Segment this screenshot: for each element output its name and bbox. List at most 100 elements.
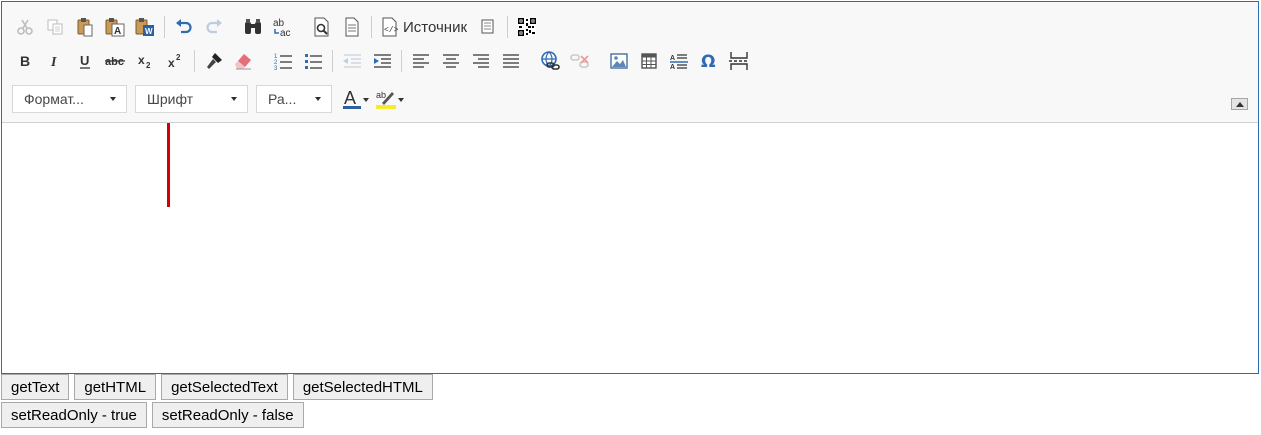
paste-icon[interactable] — [72, 14, 98, 40]
svg-text:A: A — [344, 88, 356, 108]
underline-icon[interactable]: U — [72, 48, 98, 74]
page-break-icon[interactable] — [726, 48, 752, 74]
svg-text:Ω: Ω — [701, 52, 715, 70]
background-color-button[interactable]: ab — [375, 86, 404, 112]
svg-text:x: x — [168, 56, 175, 69]
outdent-icon[interactable] — [339, 48, 365, 74]
source-button-label: Источник — [403, 18, 468, 36]
get-selected-text-button[interactable]: getSelectedText — [161, 374, 288, 400]
source-icon: </> — [382, 17, 399, 37]
size-dropdown-label: Ра... — [268, 91, 297, 107]
toolbar-separator — [263, 50, 264, 72]
api-buttons-row-2: setReadOnly - true setReadOnly - false — [1, 402, 438, 428]
toolbar-separator — [194, 50, 195, 72]
collapse-toolbar-icon — [1235, 101, 1244, 107]
bulleted-list-icon[interactable] — [300, 48, 326, 74]
svg-text:A: A — [670, 64, 675, 70]
align-center-icon[interactable] — [438, 48, 464, 74]
chevron-down-icon — [110, 97, 116, 101]
justify-icon[interactable] — [498, 48, 524, 74]
toolbar-separator — [401, 50, 402, 72]
format-dropdown[interactable]: Формат... — [12, 85, 127, 113]
replace-icon[interactable]: ab ac — [270, 14, 296, 40]
text-color-button[interactable]: A — [342, 86, 369, 112]
format-dropdown-label: Формат... — [24, 91, 84, 107]
toolbar-row-formatting: B I U abc x2 x2 1 2 3 A A Ω — [12, 46, 756, 76]
link-icon[interactable] — [537, 48, 563, 74]
toolbar-row-clipboard: A W ab ac </> Источник — [12, 12, 544, 42]
toolbar-separator — [371, 16, 372, 38]
size-dropdown[interactable]: Ра... — [256, 85, 332, 113]
undo-icon[interactable] — [171, 14, 197, 40]
background-color-icon: ab — [376, 90, 396, 109]
numbered-list-icon[interactable]: 123 — [270, 48, 296, 74]
collapse-toolbar-button[interactable] — [1231, 98, 1248, 110]
image-icon[interactable] — [606, 48, 632, 74]
subscript-icon[interactable]: x2 — [132, 48, 158, 74]
svg-text:W: W — [145, 27, 153, 36]
find-icon[interactable] — [240, 14, 266, 40]
svg-text:B: B — [20, 53, 30, 69]
svg-text:</>: </> — [384, 26, 399, 35]
svg-text:x: x — [138, 53, 145, 67]
set-readonly-false-button[interactable]: setReadOnly - false — [151, 402, 304, 428]
strikethrough-icon[interactable]: abc — [102, 48, 128, 74]
svg-text:ab: ab — [376, 90, 386, 100]
svg-text:abc: abc — [105, 56, 124, 68]
cut-icon[interactable] — [12, 14, 38, 40]
svg-text:I: I — [50, 55, 57, 69]
table-icon[interactable] — [636, 48, 662, 74]
font-dropdown[interactable]: Шрифт — [135, 85, 248, 113]
api-buttons-row-1: getText getHTML getSelectedText getSelec… — [1, 374, 438, 400]
redo-icon[interactable] — [201, 14, 227, 40]
api-buttons: getText getHTML getSelectedText getSelec… — [1, 374, 438, 430]
svg-text:2: 2 — [176, 53, 181, 62]
toolbar-separator — [599, 50, 600, 72]
special-char-icon[interactable]: Ω — [696, 48, 722, 74]
get-selected-html-button[interactable]: getSelectedHTML — [292, 374, 433, 400]
align-left-icon[interactable] — [408, 48, 434, 74]
preview-icon[interactable] — [309, 14, 335, 40]
align-right-icon[interactable] — [468, 48, 494, 74]
svg-text:U: U — [80, 53, 89, 68]
text-color-icon: A — [343, 88, 361, 109]
maximize-icon[interactable] — [475, 14, 501, 40]
templates-icon[interactable] — [339, 14, 365, 40]
copy-icon[interactable] — [42, 14, 68, 40]
source-button[interactable]: </> Источник — [378, 14, 471, 40]
toolbar-separator — [164, 16, 165, 38]
text-cursor-marker — [167, 123, 170, 207]
svg-text:2: 2 — [146, 61, 151, 69]
svg-text:ac: ac — [280, 28, 291, 37]
editor-content-area[interactable] — [2, 123, 1258, 373]
toolbar-separator — [530, 50, 531, 72]
bold-icon[interactable]: B — [12, 48, 38, 74]
toolbar-row-styles: Формат... Шрифт Ра... A ab — [12, 84, 410, 114]
svg-text:A: A — [114, 26, 121, 37]
chevron-down-icon — [231, 97, 237, 101]
horizontal-line-icon[interactable]: AA — [666, 48, 692, 74]
chevron-down-icon — [398, 98, 404, 102]
unlink-icon[interactable] — [567, 48, 593, 74]
svg-text:3: 3 — [274, 66, 278, 71]
font-dropdown-label: Шрифт — [147, 91, 194, 107]
get-text-button[interactable]: getText — [1, 374, 70, 400]
superscript-icon[interactable]: x2 — [162, 48, 188, 74]
qr-code-icon[interactable] — [514, 14, 540, 40]
italic-icon[interactable]: I — [42, 48, 68, 74]
indent-icon[interactable] — [369, 48, 395, 74]
paste-text-icon[interactable]: A — [102, 14, 128, 40]
rich-text-editor: A W ab ac </> Источник B I U abc x 2 x 2… — [1, 1, 1259, 374]
toolbar-separator — [233, 16, 234, 38]
set-readonly-true-button[interactable]: setReadOnly - true — [1, 402, 147, 428]
copy-format-icon[interactable] — [201, 48, 227, 74]
get-html-button[interactable]: getHTML — [74, 374, 157, 400]
chevron-down-icon — [363, 98, 369, 102]
svg-text:A: A — [670, 55, 675, 62]
paste-word-icon[interactable]: W — [132, 14, 158, 40]
chevron-down-icon — [315, 97, 321, 101]
toolbar-separator — [302, 16, 303, 38]
toolbar-separator — [507, 16, 509, 38]
remove-format-icon[interactable] — [231, 48, 257, 74]
toolbar-separator — [332, 50, 333, 72]
